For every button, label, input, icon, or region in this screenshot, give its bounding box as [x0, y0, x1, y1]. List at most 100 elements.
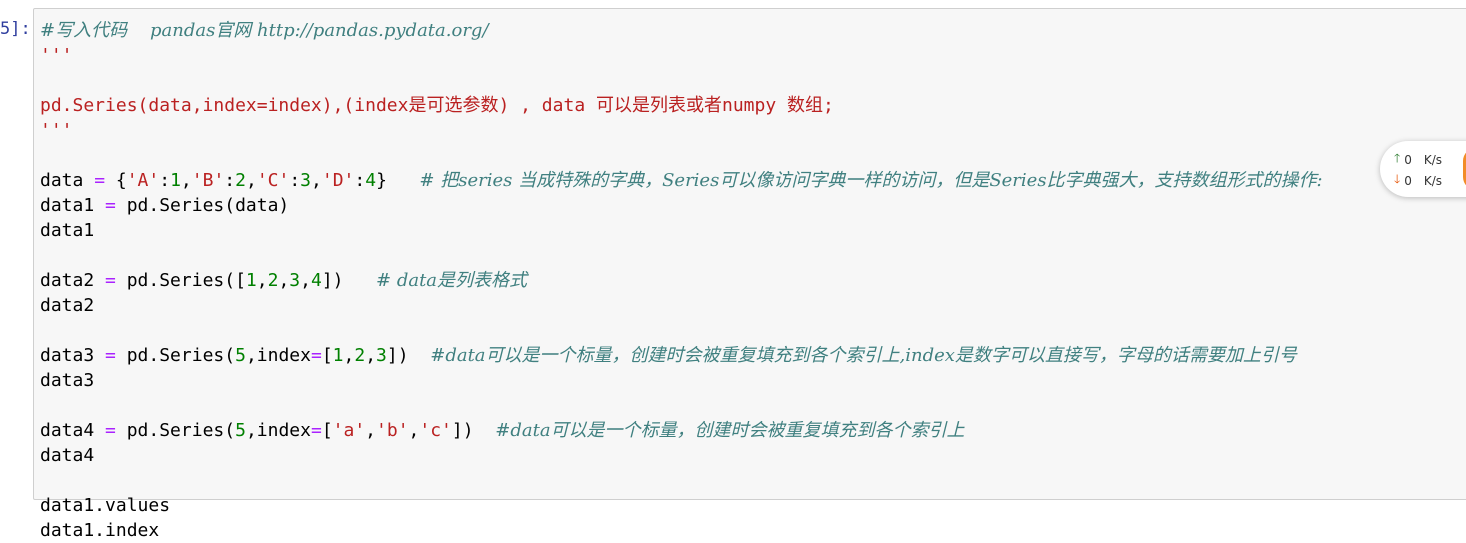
code-token: , [365, 345, 377, 366]
code-line: data1.values [40, 493, 1323, 518]
code-line: ''' [40, 43, 1323, 68]
code-token: ]) [386, 345, 431, 366]
code-token: = [310, 420, 322, 441]
code-token: = [105, 270, 116, 291]
code-token: 3 [300, 170, 312, 191]
code-token: , [278, 270, 290, 291]
arrow-down-icon: 🡓 [1394, 172, 1401, 186]
code-token: data1.index [40, 520, 160, 541]
code-line: pd.Series(data,index=index),(index是可选参数)… [40, 93, 1323, 118]
code-token: = [105, 345, 116, 366]
code-token: 4 [365, 170, 377, 191]
code-token: 1 [332, 345, 344, 366]
code-token: pd.Series( [115, 420, 236, 441]
code-token: data4 [40, 420, 106, 441]
code-token: pd.Series( [115, 345, 236, 366]
code-token: 'B' [191, 170, 225, 191]
code-token: 2 [267, 270, 279, 291]
code-token: data1 [40, 195, 106, 216]
code-line: data3 [40, 368, 1323, 393]
code-token: , [180, 170, 192, 191]
code-line: data1.index [40, 518, 1323, 543]
code-line: data4 [40, 443, 1323, 468]
code-token: , [300, 270, 311, 291]
code-token: 'c' [419, 420, 452, 441]
code-token: data [40, 170, 95, 191]
code-token: data2 [40, 295, 95, 316]
code-token: data2 [40, 270, 106, 291]
code-token: 1 [245, 270, 257, 291]
download-speed-unit: K/s [1423, 173, 1443, 188]
code-token: data3 [40, 345, 106, 366]
code-token: data3 [40, 370, 95, 391]
code-token: 5 [235, 345, 246, 366]
code-line: data2 = pd.Series([1,2,3,4]) # data是列表格式 [40, 268, 1323, 293]
code-token: ]) [321, 270, 377, 291]
code-token: [ [321, 345, 333, 366]
code-line: data4 = pd.Series(5,index=['a','b','c'])… [40, 418, 1323, 443]
code-token: : [289, 170, 301, 191]
code-token: ''' [40, 120, 73, 141]
code-token: # data是列表格式 [376, 270, 528, 291]
code-token: = [94, 170, 106, 191]
code-token: = [310, 345, 322, 366]
code-token: , [256, 270, 268, 291]
code-token: 4 [310, 270, 322, 291]
code-token: , [408, 420, 420, 441]
download-speed-value: 0 [1404, 173, 1412, 188]
code-token: data1 [40, 220, 95, 241]
code-token: : [159, 170, 171, 191]
code-token: 2 [235, 170, 246, 191]
upload-speed-unit: K/s [1423, 152, 1443, 167]
code-token: #写入代码 pandas官网 http://pandas.pydata.org/ [40, 20, 489, 41]
code-line: data3 = pd.Series(5,index=[1,2,3]) #data… [40, 343, 1323, 368]
download-speed-row: 🡓 0 K/s [1394, 170, 1442, 191]
code-token: #data可以是一个标量，创建时会被重复填充到各个索引上 [495, 420, 965, 441]
code-token: ,index [245, 345, 311, 366]
code-token: pd.Series([ [115, 270, 246, 291]
code-token: 1 [170, 170, 181, 191]
code-token: : [354, 170, 366, 191]
code-token: # 把series 当成特殊的字典，Series可以像访问字典一样的访问，但是S… [419, 170, 1323, 191]
code-token: pd.Series(data) [115, 195, 290, 216]
code-line: #写入代码 pandas官网 http://pandas.pydata.org/ [40, 18, 1323, 43]
code-token: 3 [289, 270, 301, 291]
code-token: [ [321, 420, 333, 441]
network-speed-widget[interactable]: 🡑 0 K/s 🡓 0 K/s [1380, 141, 1466, 197]
code-token: 'C' [256, 170, 290, 191]
code-token: ]) [451, 420, 496, 441]
code-line: data = {'A':1,'B':2,'C':3,'D':4} # 把seri… [40, 168, 1323, 193]
code-token: , [245, 170, 257, 191]
code-token: { [105, 170, 127, 191]
upload-speed-row: 🡑 0 K/s [1394, 149, 1442, 170]
code-token: 'a' [332, 420, 366, 441]
code-token: ''' [40, 45, 73, 66]
code-token: 3 [376, 345, 387, 366]
code-token: : [224, 170, 236, 191]
code-token: , [343, 345, 355, 366]
code-token: = [105, 195, 116, 216]
code-token: 2 [354, 345, 366, 366]
code-token: 'b' [376, 420, 409, 441]
code-token: , [365, 420, 377, 441]
code-token: #data可以是一个标量，创建时会被重复填充到各个索引上,index是数字可以直… [430, 345, 1297, 366]
code-editor[interactable]: #写入代码 pandas官网 http://pandas.pydata.org/… [40, 18, 1323, 543]
code-token: pd.Series(data,index=index),(index是可选参数)… [40, 95, 834, 116]
code-token: , [311, 170, 322, 191]
code-token: data1.values [40, 495, 171, 516]
code-token: 'A' [126, 170, 160, 191]
arrow-up-icon: 🡑 [1394, 151, 1401, 165]
code-line: data1 = pd.Series(data) [40, 193, 1323, 218]
code-token: } [376, 170, 420, 191]
code-token: ,index [245, 420, 311, 441]
code-token: = [105, 420, 116, 441]
upload-speed-value: 0 [1404, 152, 1412, 167]
code-token: 5 [235, 420, 246, 441]
code-token: data4 [40, 445, 95, 466]
